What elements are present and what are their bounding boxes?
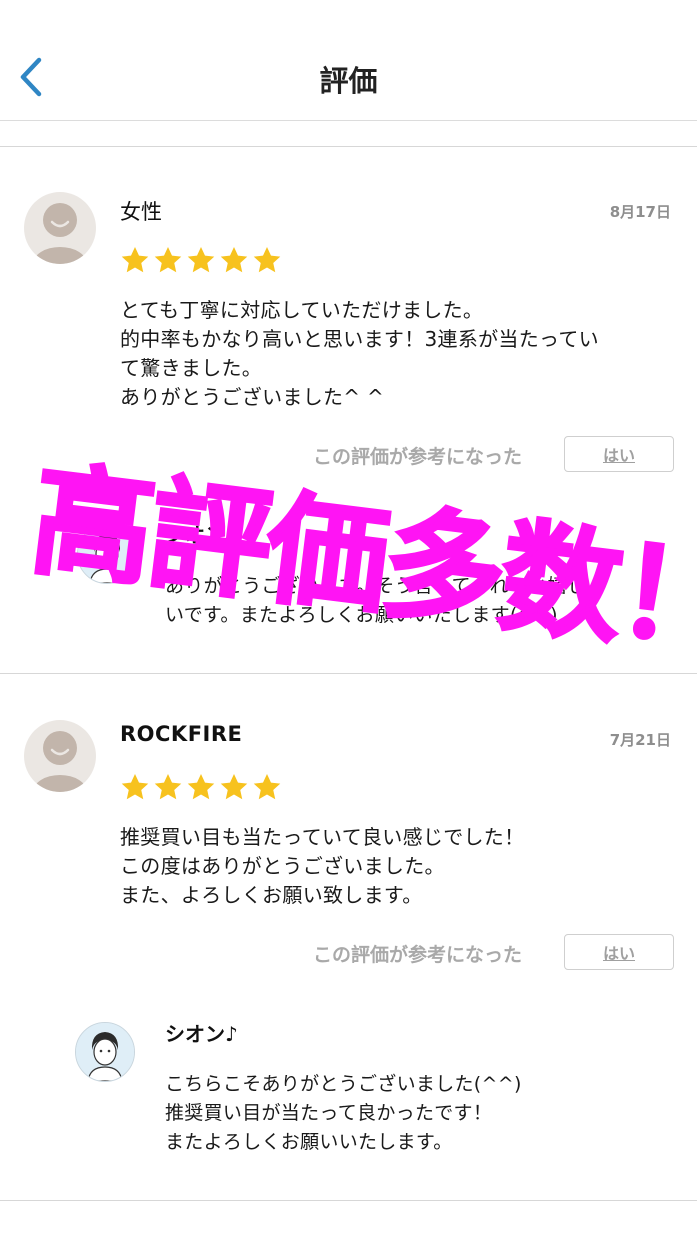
star-rating xyxy=(120,772,282,802)
star-icon xyxy=(187,247,215,273)
avatar xyxy=(24,192,96,264)
reply-text-line: いです。またよろしくお願いいたします(^^) xyxy=(165,604,558,626)
review-divider xyxy=(0,1200,697,1201)
star-icon xyxy=(154,774,182,800)
reply-text-line: またよろしくお願いいたします。 xyxy=(165,1131,453,1153)
review-divider xyxy=(0,673,697,674)
reply-avatar xyxy=(75,1022,135,1082)
reply-author: シオン♪ xyxy=(165,1022,238,1046)
star-icon xyxy=(253,247,281,273)
star-icon xyxy=(187,774,215,800)
review-text-line: また、よろしくお願い致します。 xyxy=(120,883,423,907)
review-date: 8月17日 xyxy=(609,203,671,221)
reply-author: シオン♪ xyxy=(165,523,238,547)
avatar xyxy=(24,720,96,792)
star-icon xyxy=(220,247,248,273)
helpful-yes-button[interactable]: はい xyxy=(564,436,674,472)
helpful-label: この評価が参考になった xyxy=(313,944,523,966)
review-text: とても丁寧に対応していただけました。 的中率もかなり高いと思います！3連系が当た… xyxy=(120,296,599,412)
reply-text-line: ありがとうございます。そう言ってくれると嬉し xyxy=(165,575,587,597)
review-text-line: て驚きました。 xyxy=(120,356,263,380)
seller-portrait-icon xyxy=(78,525,136,583)
review-date: 7月21日 xyxy=(609,731,671,749)
section-divider xyxy=(0,146,697,147)
reviewer-name: ROCKFIRE xyxy=(120,722,243,746)
reviewer-name: 女性 xyxy=(120,200,162,224)
default-user-icon xyxy=(33,731,87,792)
reply-text: こちらこそありがとうございました(^^) 推奨買い目が当たって良かったです！ ま… xyxy=(165,1070,522,1157)
star-icon xyxy=(154,247,182,273)
review-text-line: 推奨買い目も当たっていて良い感じでした！ xyxy=(120,825,525,849)
header-bar: 評価 xyxy=(0,0,697,121)
reply-text-line: こちらこそありがとうございました(^^) xyxy=(165,1073,522,1095)
review-text-line: とても丁寧に対応していただけました。 xyxy=(120,298,484,322)
star-rating xyxy=(120,245,282,275)
seller-portrait-icon xyxy=(76,1023,134,1081)
review-text: 推奨買い目も当たっていて良い感じでした！ この度はありがとうございました。 また… xyxy=(120,823,524,910)
reply-text-line: 推奨買い目が当たって良かったです！ xyxy=(165,1102,493,1124)
helpful-yes-button[interactable]: はい xyxy=(564,934,674,970)
star-icon xyxy=(253,774,281,800)
reply-text: ありがとうございます。そう言ってくれると嬉し いです。またよろしくお願いいたしま… xyxy=(165,572,586,630)
reply-avatar xyxy=(77,524,137,584)
helpful-label: この評価が参考になった xyxy=(313,446,523,468)
star-icon xyxy=(220,774,248,800)
star-icon xyxy=(121,774,149,800)
review-text-line: ありがとうございました^ ^ xyxy=(120,385,385,409)
default-user-icon xyxy=(33,203,87,264)
star-icon xyxy=(121,247,149,273)
review-text-line: この度はありがとうございました。 xyxy=(120,854,445,878)
review-text-line: 的中率もかなり高いと思います！3連系が当たってい xyxy=(120,327,599,351)
page-title: 評価 xyxy=(319,64,378,98)
